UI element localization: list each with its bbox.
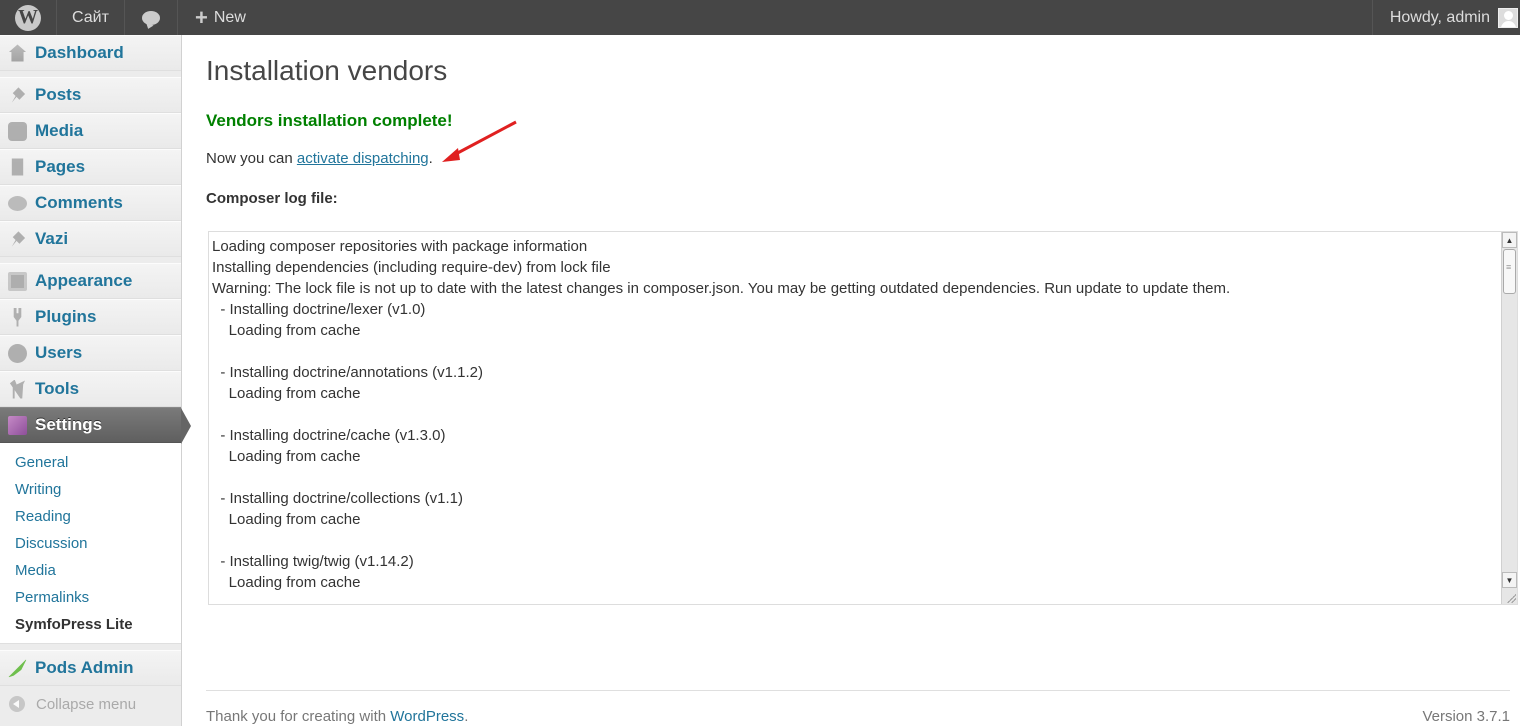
submenu-discussion[interactable]: Discussion [0,530,181,557]
scroll-up-arrow-icon[interactable]: ▲ [1502,232,1517,248]
next-step-suffix: . [428,150,433,167]
pin-icon [11,231,26,247]
howdy-text: Howdy, admin [1389,8,1490,26]
next-step-prefix: Now you can [206,150,297,167]
menu-label: Pods Admin [35,658,134,677]
log-line: - Installing doctrine/annotations (v1.1.… [212,364,483,381]
menu-label: Posts [35,85,82,104]
menu-item-posts[interactable]: Posts [0,77,181,113]
settings-icon [8,415,27,435]
pods-icon [8,658,27,678]
menu-item-appearance[interactable]: Appearance [0,263,181,299]
scroll-down-arrow-icon[interactable]: ▼ [1502,572,1517,588]
log-label: Composer log file: [206,190,338,207]
submenu-general[interactable]: General [0,449,181,476]
submenu-symfopress-lite[interactable]: SymfoPress Lite [0,611,181,638]
submenu-media[interactable]: Media [0,557,181,584]
resize-handle-icon[interactable] [1506,593,1516,603]
new-label: New [213,8,246,26]
menu-label: Comments [35,193,123,212]
pin-icon [11,87,26,103]
comments-link[interactable] [125,0,178,35]
submenu-permalinks[interactable]: Permalinks [0,584,181,611]
comment-bubble-icon [142,10,160,25]
menu-item-users[interactable]: Users [0,335,181,371]
log-line: Warning: The lock file is not up to date… [212,280,1231,297]
site-name-link[interactable]: Сайт [57,0,125,35]
menu-item-plugins[interactable]: Plugins [0,299,181,335]
admin-bar: W Сайт + New Howdy, admin [0,0,1520,35]
main-content: Installation vendors Vendors installatio… [206,35,1520,605]
menu-label: Media [35,121,84,140]
log-line: Loading composer repositories with packa… [212,238,588,255]
log-line: - Installing doctrine/cache (v1.3.0) [212,427,446,444]
dashboard-icon [8,44,27,62]
submenu-writing[interactable]: Writing [0,476,181,503]
menu-label: Plugins [35,307,97,326]
footer: Thank you for creating with WordPress. V… [206,690,1510,726]
log-line: Loading from cache [212,322,361,339]
settings-submenu: General Writing Reading Discussion Media… [0,443,181,644]
scroll-thumb[interactable] [1503,249,1516,294]
new-content-menu[interactable]: + New [178,0,260,35]
footer-thanks: Thank you for creating with WordPress. [206,708,468,725]
menu-label: Dashboard [35,43,124,62]
log-line: - Installing doctrine/lexer (v1.0) [212,301,426,318]
menu-item-pods-admin[interactable]: Pods Admin [0,650,181,686]
log-line: Loading from cache [212,448,361,465]
version-text: Version 3.7.1 [1422,708,1510,725]
menu-item-media[interactable]: Media [0,113,181,149]
menu-label: Users [35,343,83,362]
wordpress-logo-icon: W [15,4,41,31]
activate-dispatching-link[interactable]: activate dispatching [297,150,429,167]
log-scrollbar[interactable]: ▲ ▼ [1501,232,1517,604]
menu-label: Tools [35,379,80,398]
wp-logo-menu[interactable]: W [0,0,57,35]
wordpress-link[interactable]: WordPress [390,708,464,725]
comment-icon [8,195,27,211]
menu-label: Vazi [35,229,69,248]
log-line: - Installing doctrine/collections (v1.1) [212,490,463,507]
page-title: Installation vendors [206,55,448,86]
menu-item-comments[interactable]: Comments [0,185,181,221]
my-account-menu[interactable]: Howdy, admin [1371,0,1520,35]
annotation-arrow-icon [442,120,517,162]
users-icon [8,343,27,363]
log-line: Installing dependencies (including requi… [212,259,611,276]
tools-icon [9,379,26,399]
log-line: Loading from cache [212,511,361,528]
log-line: Loading from cache [212,385,361,402]
collapse-menu-button[interactable]: Collapse menu [0,686,181,722]
menu-label: Settings [35,415,103,434]
log-line: - Installing twig/twig (v1.14.2) [212,553,414,570]
success-message: Vendors installation complete! [206,111,453,130]
avatar [1498,7,1518,28]
plug-icon [13,307,22,327]
menu-label: Pages [35,157,86,176]
menu-item-pages[interactable]: Pages [0,149,181,185]
composer-log-textarea[interactable]: Loading composer repositories with packa… [208,231,1518,605]
footer-thanks-suffix: . [464,708,469,725]
next-step-text: Now you can activate dispatching. [206,150,433,167]
submenu-reading[interactable]: Reading [0,503,181,530]
collapse-arrow-icon [9,696,25,712]
menu-item-dashboard[interactable]: Dashboard [0,35,181,71]
appearance-icon [8,271,27,291]
camera-icon [8,121,27,141]
menu-item-vazi[interactable]: Vazi [0,221,181,257]
log-line: Loading from cache [212,574,361,591]
footer-thanks-prefix: Thank you for creating with [206,708,391,725]
menu-item-tools[interactable]: Tools [0,371,181,407]
plus-icon: + [195,4,208,30]
log-content: Loading composer repositories with packa… [212,236,1502,593]
menu-item-settings[interactable]: Settings [0,407,191,444]
collapse-label: Collapse menu [36,695,137,713]
page-icon [11,158,24,176]
menu-label: Appearance [35,271,133,290]
admin-menu: Dashboard Posts Media Pages Comments Vaz… [0,35,191,726]
